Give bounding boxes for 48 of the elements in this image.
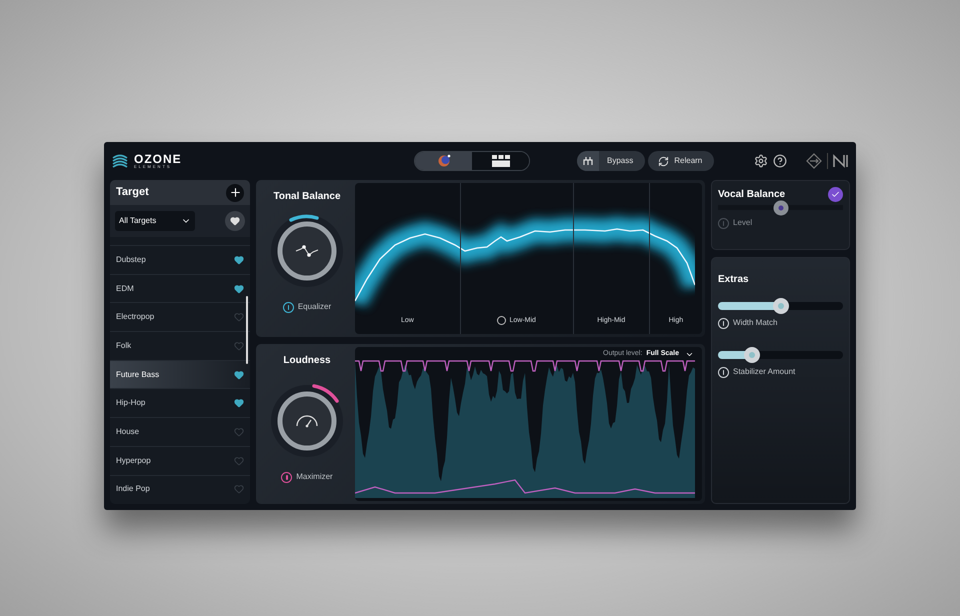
swap-icon[interactable] <box>806 153 822 169</box>
grid-icon <box>492 155 510 167</box>
module-label: Maximizer <box>296 471 333 483</box>
slider-label: Width Match <box>733 317 778 329</box>
power-icon[interactable] <box>282 302 294 312</box>
eq-curve-icon <box>295 243 319 259</box>
help-icon[interactable] <box>773 154 788 168</box>
panel-title: Extras <box>718 274 749 285</box>
target-item[interactable]: Indie Pop <box>110 474 250 504</box>
heart-icon[interactable] <box>234 398 244 408</box>
solo-icon[interactable] <box>497 316 506 326</box>
target-item[interactable]: Hyperpop <box>110 446 250 474</box>
refresh-icon <box>658 156 670 166</box>
target-item[interactable]: Future Bass <box>110 360 250 388</box>
heart-icon <box>230 216 240 226</box>
heart-icon[interactable] <box>234 284 244 294</box>
favorites-button[interactable] <box>225 211 245 231</box>
check-icon <box>831 190 840 199</box>
plus-icon <box>228 186 242 199</box>
target-item[interactable]: Hip-Hop <box>110 388 250 418</box>
panel-title: Loudness <box>283 354 331 368</box>
knob-arc <box>312 384 339 403</box>
relearn-button[interactable]: Relearn <box>648 151 714 171</box>
target-item[interactable]: House <box>110 417 250 446</box>
gauge-icon <box>295 414 319 428</box>
scrollbar[interactable] <box>246 296 248 364</box>
filter-dropdown[interactable]: All Targets <box>115 211 195 231</box>
panel-title: Target <box>116 185 149 200</box>
settings-icon[interactable] <box>754 154 768 168</box>
bypass-icon <box>583 156 593 166</box>
maximizer-knob[interactable] <box>269 383 345 459</box>
equalizer-knob[interactable] <box>269 213 345 289</box>
heart-icon[interactable] <box>234 254 244 265</box>
target-item[interactable]: EDM <box>110 274 250 302</box>
orb-icon <box>436 154 450 168</box>
panel-title: Tonal Balance <box>273 190 341 204</box>
knob-arc <box>289 214 319 222</box>
logo-mark-icon <box>833 154 850 168</box>
slider-label: Stabilizer Amount <box>733 366 796 378</box>
heart-icon[interactable] <box>234 370 244 380</box>
panel-title: Vocal Balance <box>718 188 786 202</box>
control-label: Level <box>733 217 752 229</box>
logo-name: OZONE <box>134 153 182 165</box>
add-button[interactable] <box>226 184 244 202</box>
enable-checkbox[interactable] <box>828 187 843 202</box>
module-label: Equalizer <box>298 301 332 313</box>
target-item[interactable]: Dubstep <box>110 245 250 274</box>
bypass-button[interactable]: Bypass <box>577 151 646 171</box>
